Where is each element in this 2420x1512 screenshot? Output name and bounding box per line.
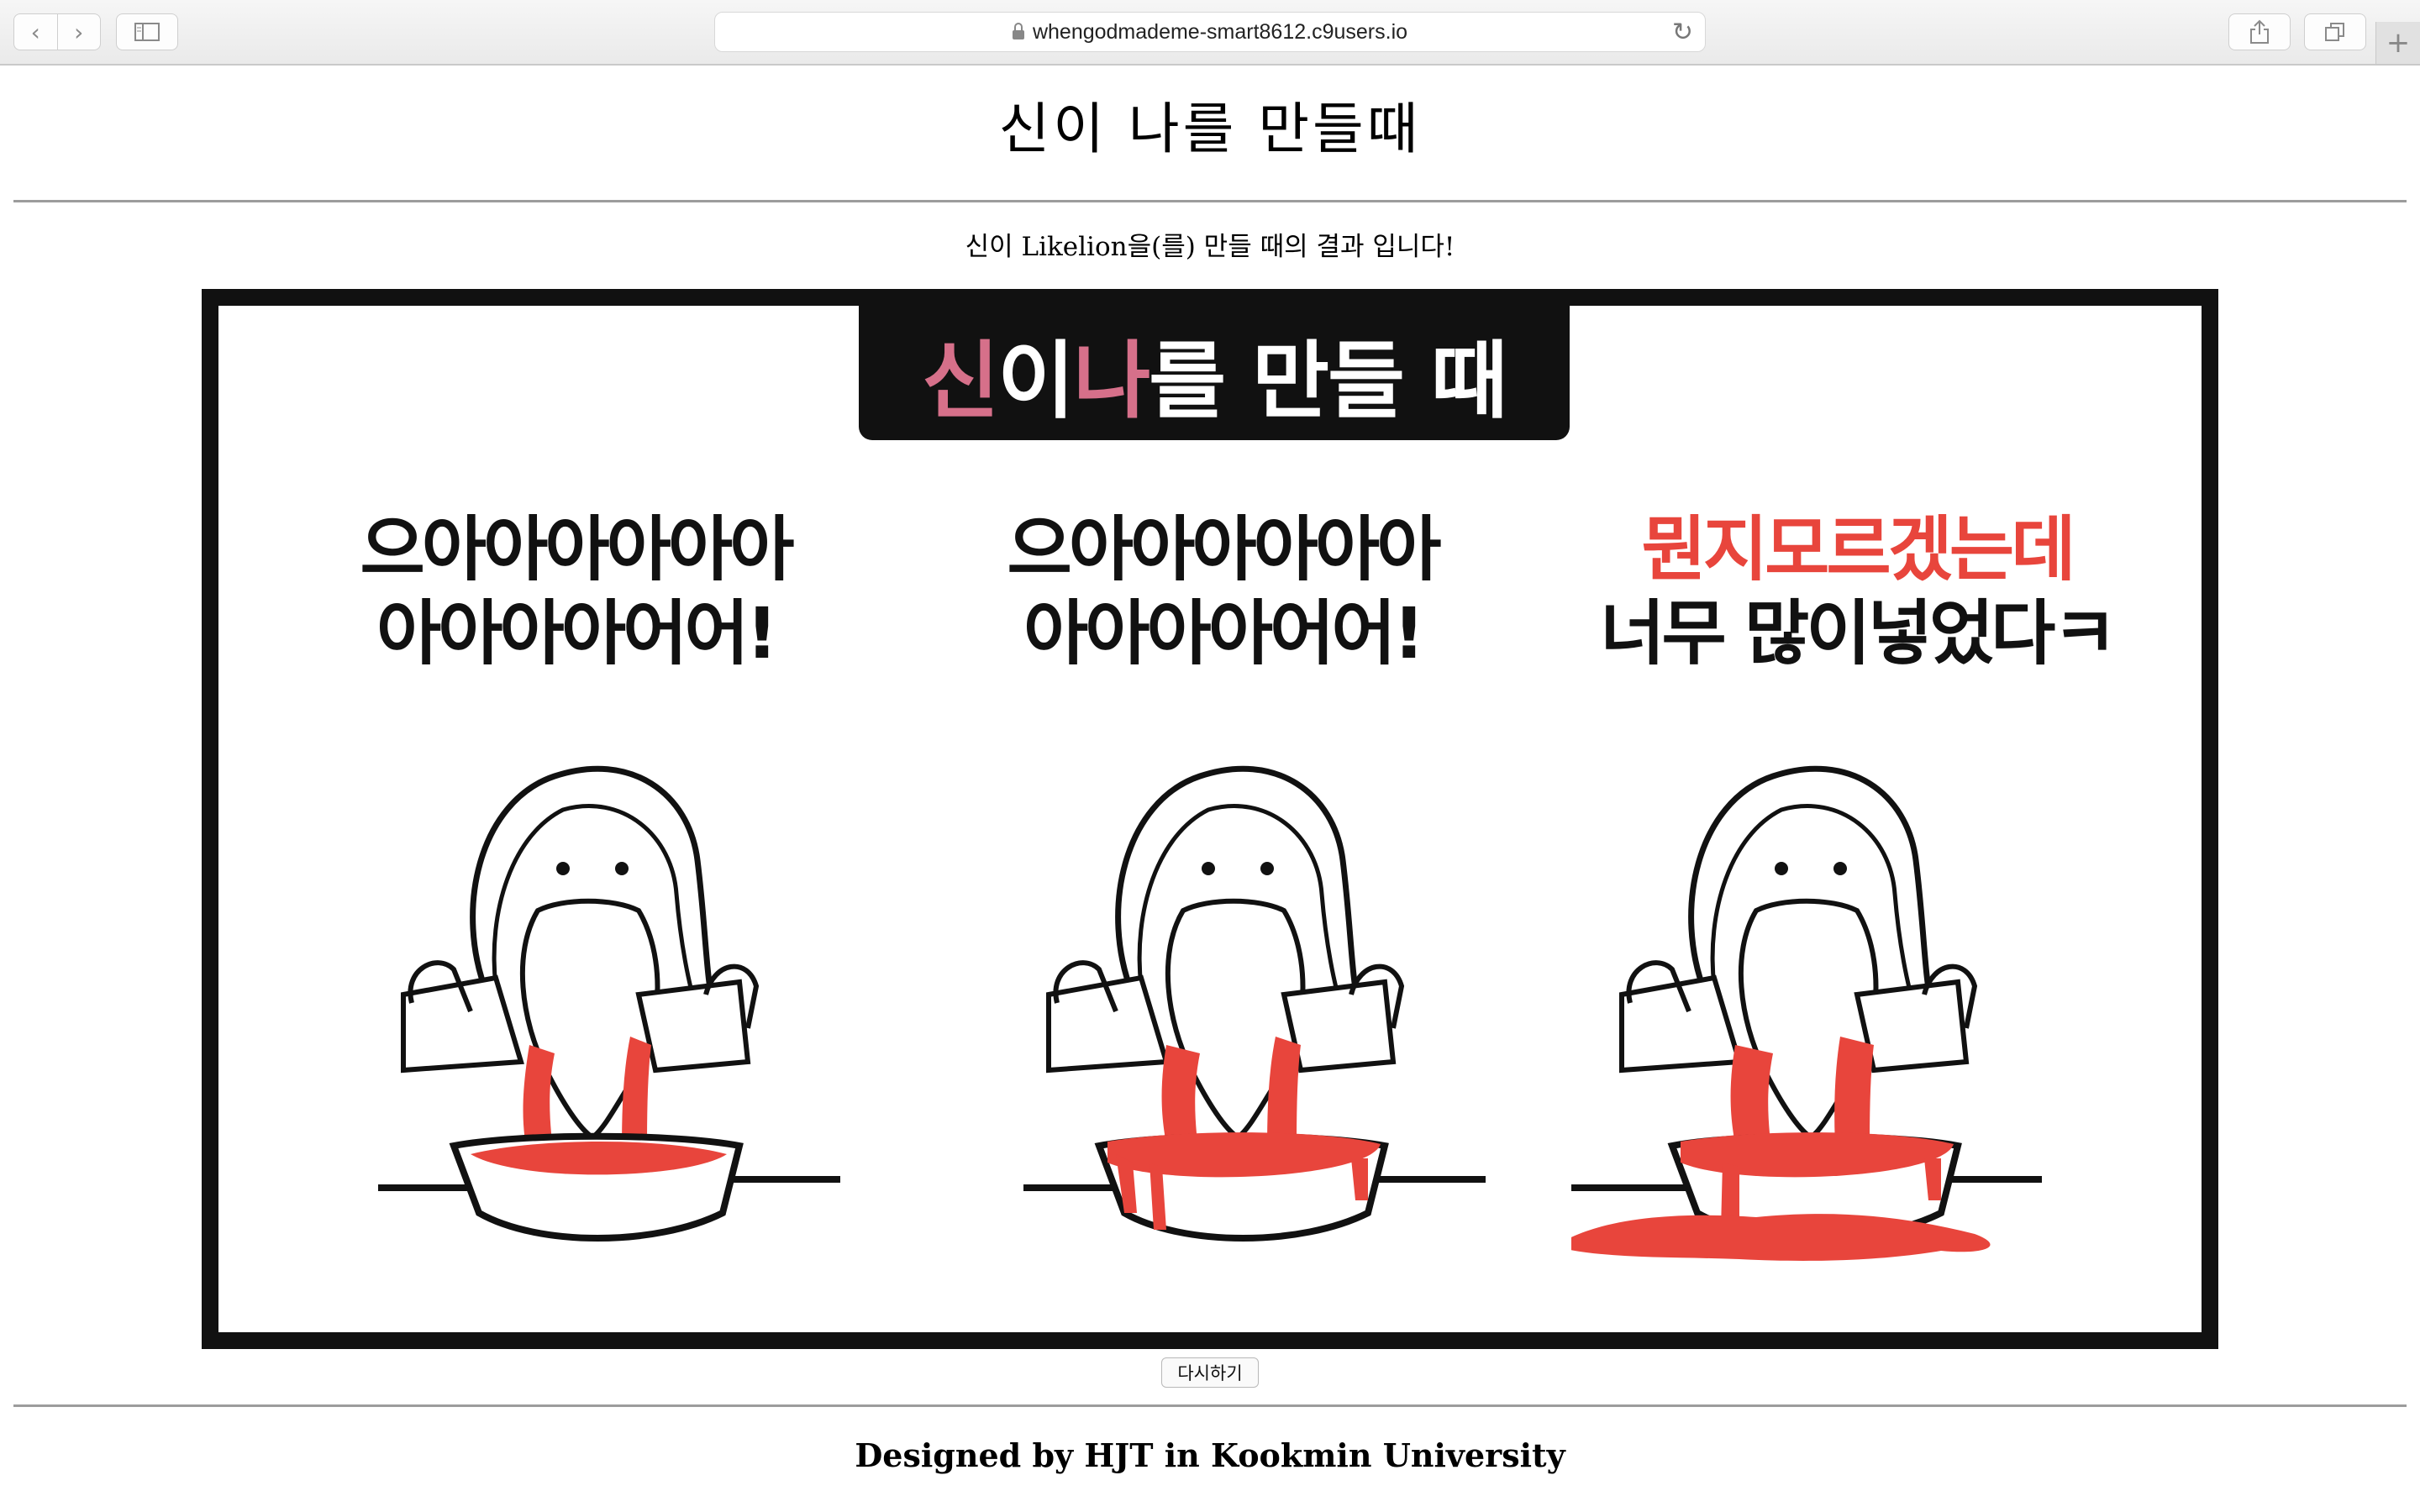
share-icon[interactable] — [2228, 13, 2291, 50]
result-subtitle: 신이 Likelion을(를) 만들 때의 결과 입니다! — [965, 232, 1455, 262]
sidebar-toggle-icon[interactable] — [116, 13, 178, 50]
retry-button[interactable]: 다시하기 — [1161, 1357, 1259, 1388]
back-icon[interactable]: ‹ — [14, 14, 57, 50]
reload-icon[interactable]: ↻ — [1672, 18, 1693, 47]
god-illustration-3 — [1571, 765, 2042, 1261]
url-text: whengodmademe-smart8612.c9users.io — [1032, 19, 1408, 44]
comic-banner: 신이 나를 만들 때 — [859, 306, 1570, 440]
address-bar[interactable]: whengodmademe-smart8612.c9users.io ↻ — [714, 12, 1706, 52]
lock-icon — [1012, 22, 1024, 39]
nav-buttons: ‹ › — [13, 13, 101, 50]
bottom-divider — [13, 1404, 2407, 1407]
top-divider — [13, 200, 2407, 202]
new-tab-icon[interactable]: + — [2375, 22, 2420, 64]
panel3-caption: 뭔지모르겠는데 너무 많이넣었다ㅋ — [1600, 508, 2117, 675]
forward-icon[interactable]: › — [56, 14, 101, 50]
panel1-caption: 으아아아아아아 아아아아어어! — [360, 508, 795, 675]
browser-toolbar: ‹ › whengodmademe-smart8612.c9users.io ↻… — [0, 0, 2420, 66]
page-title: 신이 나를 만들때 — [998, 97, 1422, 161]
panel2-caption: 으아아아아아아 아아아아어어! — [1007, 508, 1442, 675]
god-illustration-1 — [378, 765, 840, 1242]
god-illustration-2 — [1023, 765, 1486, 1242]
tabs-overview-icon[interactable] — [2304, 13, 2366, 50]
result-comic-image: 신이 나를 만들 때 으아아아아아아 아아아아어어! 으아아아아아아 아아아아어어!… — [202, 289, 2218, 1349]
footer-credit: Designed by HJT in Kookmin University — [855, 1436, 1565, 1474]
